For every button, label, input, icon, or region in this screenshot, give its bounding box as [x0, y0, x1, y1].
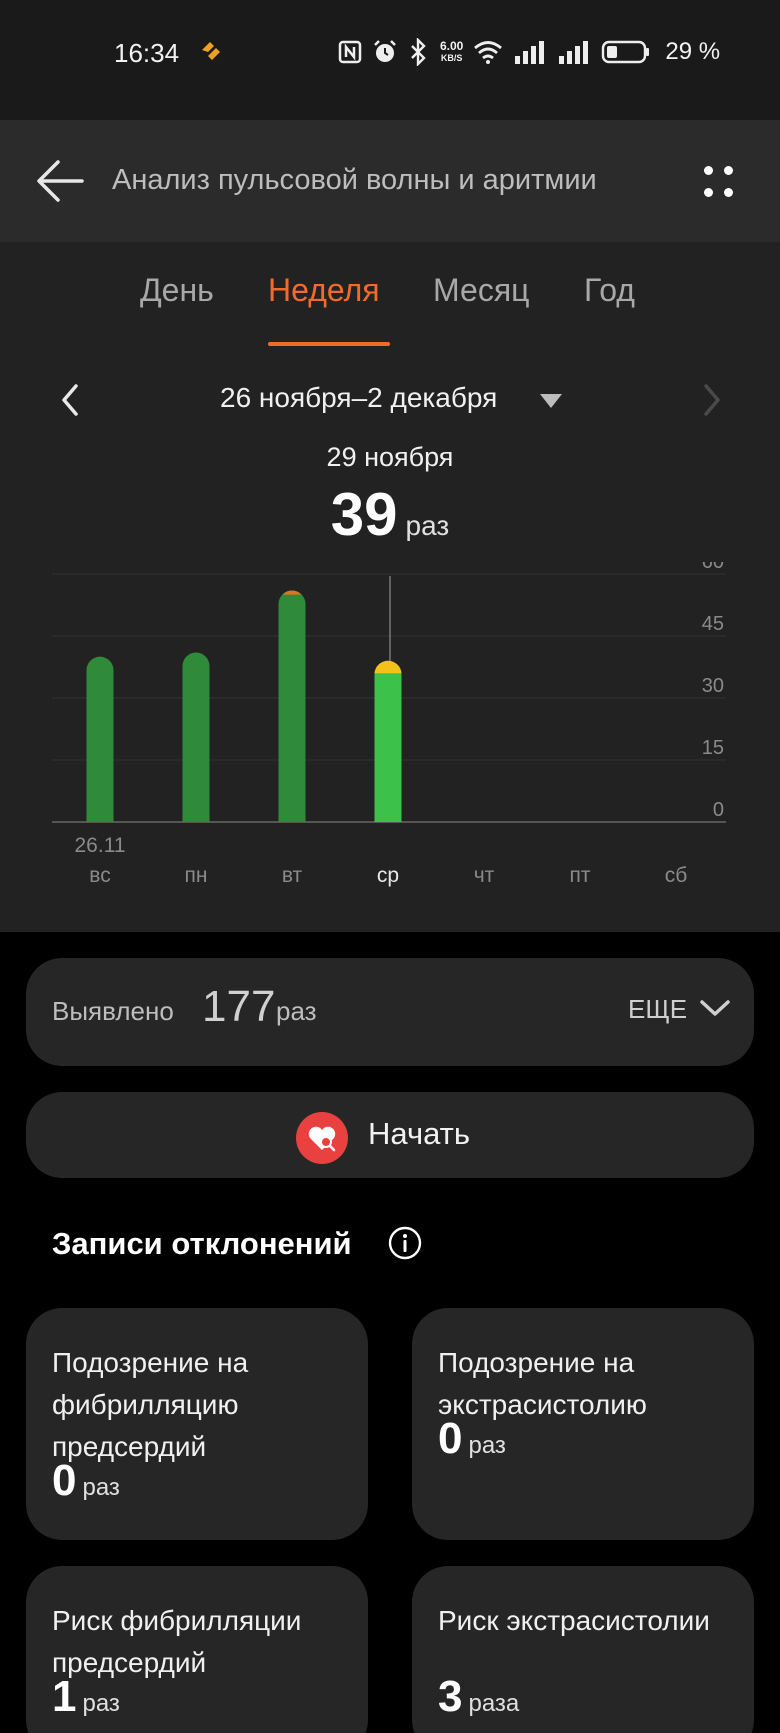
- tile-count: 1: [52, 1672, 77, 1721]
- detected-label: Выявлено: [52, 996, 174, 1026]
- signal-icon: [515, 41, 545, 64]
- start-button[interactable]: Начать: [26, 1092, 754, 1178]
- tile-value: 0 раз: [438, 1414, 506, 1464]
- back-arrow-icon[interactable]: [34, 156, 86, 206]
- x-tick-label: сб: [665, 864, 688, 887]
- dot-icon: [724, 188, 733, 197]
- battery-percent: 29 %: [665, 38, 721, 65]
- chevron-left-icon[interactable]: [52, 380, 88, 420]
- section-title: Записи отклонений: [52, 1226, 352, 1261]
- app-notification-icon: [202, 42, 220, 60]
- battery-icon: [602, 40, 650, 64]
- x-tick-label: пт: [570, 864, 591, 887]
- tile-title: Риск экстрасистолии: [438, 1605, 710, 1636]
- date-range-selector: 26 ноября–2 декабря: [0, 372, 780, 432]
- y-tick-label: 60: [702, 562, 724, 573]
- wifi-icon: [474, 41, 503, 64]
- tile-title: Подозрение на фибрилляцию предсердий: [52, 1347, 249, 1462]
- x-tick-label: ср: [377, 864, 399, 887]
- app-header: Анализ пульсовой волны и аритмии: [0, 120, 780, 242]
- x-tick-label: вт: [282, 864, 303, 887]
- status-time: 16:34: [114, 38, 180, 68]
- more-options-button[interactable]: [696, 164, 740, 204]
- network-speed: 6.00 KB/S: [440, 39, 464, 63]
- active-tab-indicator: [268, 342, 390, 346]
- chevron-right-icon[interactable]: [694, 380, 730, 420]
- weekly-bar-chart[interactable]: 60 45 30 15 0 вс пн вт ср чт пт сб 26.11: [0, 562, 780, 892]
- detected-count: 177: [202, 982, 276, 1031]
- selected-date: 29 ноября: [326, 442, 454, 472]
- dot-icon: [724, 166, 733, 175]
- tab-month[interactable]: Месяц: [433, 272, 529, 309]
- signal-icon-2: [559, 41, 589, 64]
- tab-week[interactable]: Неделя: [268, 272, 380, 309]
- chart-panel: День Неделя Месяц Год 26 ноября–2 декабр…: [0, 242, 780, 932]
- tile-extrasystole-risk[interactable]: Риск экстрасистолии 3 раза: [412, 1566, 754, 1733]
- x-tick-label: пн: [185, 864, 208, 887]
- date-range-label[interactable]: 26 ноября–2 декабря: [220, 382, 497, 414]
- tile-unit: раз: [468, 1432, 506, 1459]
- bar: [374, 660, 402, 822]
- tile-count: 0: [52, 1456, 77, 1505]
- detected-unit: раз: [276, 996, 317, 1026]
- selected-unit: раз: [405, 510, 450, 541]
- heart-search-icon: [296, 1112, 348, 1164]
- status-icons: 6.00 KB/S 29 %: [338, 36, 720, 68]
- y-tick-label: 45: [702, 613, 724, 635]
- more-button[interactable]: ЕЩЕ: [628, 994, 687, 1025]
- selected-count: 39: [330, 481, 398, 548]
- page-title: Анализ пульсовой волны и аритмии: [112, 164, 597, 196]
- tile-afib-risk[interactable]: Риск фибрилляции предсердий 1 раз: [26, 1566, 368, 1733]
- tile-value: 1 раз: [52, 1672, 120, 1722]
- tab-year[interactable]: Год: [584, 272, 635, 309]
- tile-unit: раз: [82, 1474, 120, 1501]
- nfc-icon: [338, 40, 362, 64]
- status-bar: 16:34 6.00 KB/S 29 %: [0, 0, 780, 120]
- caret-down-icon[interactable]: [540, 394, 562, 408]
- selected-value: 39 раз: [0, 480, 780, 549]
- chevron-down-icon[interactable]: [698, 994, 732, 1022]
- tile-value: 0 раз: [52, 1456, 120, 1506]
- x-tick-label: вс: [89, 864, 110, 887]
- tile-unit: раз: [82, 1690, 120, 1717]
- y-tick-label: 30: [702, 675, 724, 697]
- bar: [278, 590, 306, 822]
- detected-summary-card: Выявлено 177 раз ЕЩЕ: [26, 958, 754, 1066]
- bar: [182, 652, 210, 822]
- tab-day[interactable]: День: [140, 272, 214, 309]
- period-tabs: День Неделя Месяц Год: [0, 272, 780, 342]
- alarm-icon: [374, 40, 396, 62]
- info-icon[interactable]: [388, 1226, 422, 1260]
- x-tick-label: чт: [474, 864, 495, 887]
- bluetooth-icon: [411, 38, 426, 66]
- tile-unit: раза: [468, 1690, 520, 1717]
- y-tick-label: 0: [713, 799, 724, 821]
- tile-value: 3 раза: [438, 1672, 519, 1722]
- start-label: Начать: [368, 1116, 471, 1151]
- y-tick-label: 15: [702, 737, 724, 759]
- dot-icon: [704, 166, 713, 175]
- first-date-label: 26.11: [75, 834, 126, 857]
- tile-afib-suspicion[interactable]: Подозрение на фибрилляцию предсердий 0 ра…: [26, 1308, 368, 1540]
- tile-extrasystole-suspicion[interactable]: Подозрение на экстрасистолию 0 раз: [412, 1308, 754, 1540]
- tile-count: 3: [438, 1672, 463, 1721]
- tile-count: 0: [438, 1414, 463, 1463]
- bar: [86, 656, 114, 822]
- dot-icon: [704, 188, 713, 197]
